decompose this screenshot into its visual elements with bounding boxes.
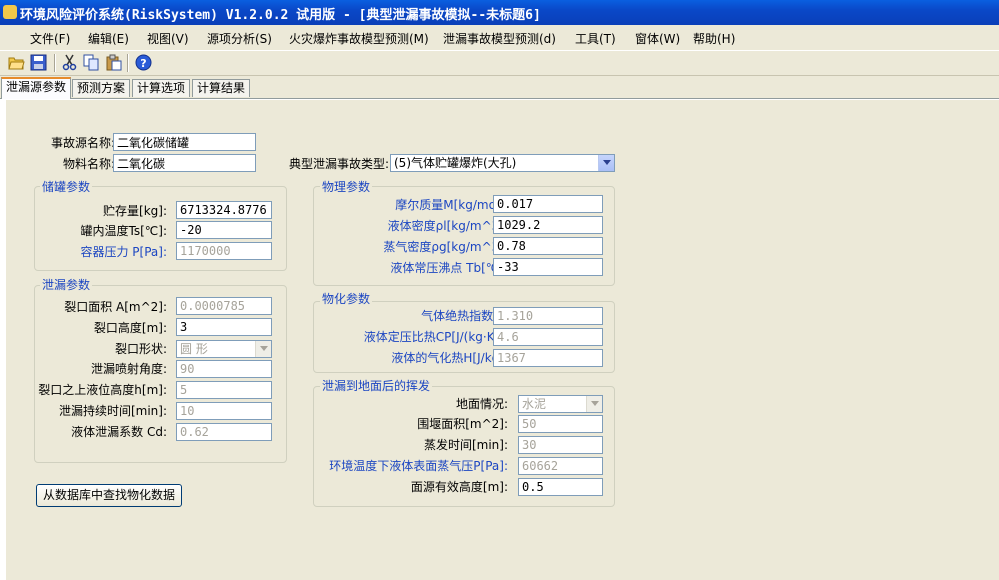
tank-storage-label: 贮存量[kg]:	[103, 204, 167, 218]
menu-help[interactable]: 帮助(H)	[693, 30, 735, 47]
accident-type-label: 典型泄漏事故类型:	[288, 157, 389, 171]
leak-coefficient-input[interactable]	[176, 423, 272, 441]
ground-condition-value: 水泥	[522, 397, 547, 411]
vapor-density-input[interactable]	[493, 237, 603, 255]
svg-text:?: ?	[140, 57, 146, 70]
liquid-density-label: 液体密度ρl[kg/m^3]:	[387, 219, 508, 233]
effective-height-label: 面源有效高度[m]:	[410, 480, 508, 494]
chevron-down-icon[interactable]	[586, 396, 602, 412]
app-icon	[3, 5, 17, 19]
leak-duration-input[interactable]	[176, 402, 272, 420]
crack-height-label: 裂口高度[m]:	[93, 321, 167, 335]
menu-source-analysis[interactable]: 源项分析(S)	[207, 30, 272, 47]
boiling-point-label: 液体常压沸点 Tb[℃]:	[390, 261, 508, 275]
tank-pressure-label: 容器压力 P[Pa]:	[80, 245, 167, 259]
physical-params-title: 物理参数	[320, 178, 373, 196]
chemical-params-title: 物化参数	[320, 290, 373, 308]
tab-strip: 泄漏源参数 预测方案 计算选项 计算结果	[0, 76, 999, 99]
crack-area-label: 裂口面积 A[m^2]:	[64, 300, 167, 314]
menu-fire-explosion[interactable]: 火灾爆炸事故模型预测(M)	[289, 30, 429, 47]
cut-icon[interactable]	[61, 54, 78, 71]
menu-bar: ✈ 文件(F) 编辑(E) 视图(V) 源项分析(S) 火灾爆炸事故模型预测(M…	[0, 25, 999, 67]
source-name-input[interactable]	[113, 133, 256, 151]
ground-condition-select[interactable]: 水泥	[518, 395, 603, 413]
leak-duration-label: 泄漏持续时间[min]:	[58, 404, 167, 418]
menu-window[interactable]: 窗体(W)	[635, 30, 680, 47]
tank-pressure-input[interactable]	[176, 242, 272, 260]
copy-icon[interactable]	[83, 54, 100, 71]
adiabatic-index-input[interactable]	[493, 307, 603, 325]
toolbar: ?	[0, 50, 999, 76]
chevron-down-icon[interactable]	[255, 341, 271, 357]
liquid-density-input[interactable]	[493, 216, 603, 234]
menu-leak-prediction[interactable]: 泄漏事故模型预测(d)	[443, 30, 556, 47]
leak-coefficient-label: 液体泄漏系数 Cd:	[71, 425, 167, 439]
material-name-label: 物料名称:	[62, 157, 115, 171]
title-bar: 环境风险评价系统(RiskSystem) V1.2.0.2 试用版 - [典型泄…	[0, 0, 999, 25]
boiling-point-input[interactable]	[493, 258, 603, 276]
toolbar-separator	[54, 54, 56, 72]
jet-angle-label: 泄漏喷射角度:	[90, 362, 167, 376]
liquid-level-input[interactable]	[176, 381, 272, 399]
crack-area-input[interactable]	[176, 297, 272, 315]
accident-type-select[interactable]: (5)气体贮罐爆炸(大孔)	[390, 154, 615, 172]
vaporization-heat-input[interactable]	[493, 349, 603, 367]
toolbar-separator	[127, 54, 129, 72]
vapor-pressure-input[interactable]	[518, 457, 603, 475]
tank-temp-label: 罐内温度Ts[℃]:	[80, 224, 167, 238]
source-name-label: 事故源名称:	[50, 136, 115, 150]
menu-view[interactable]: 视图(V)	[147, 30, 189, 47]
menu-file[interactable]: 文件(F)	[30, 30, 70, 47]
save-icon[interactable]	[30, 54, 47, 71]
specific-heat-input[interactable]	[493, 328, 603, 346]
ground-condition-label: 地面情况:	[455, 397, 508, 411]
bund-area-input[interactable]	[518, 415, 603, 433]
evaporation-title: 泄漏到地面后的挥发	[320, 377, 433, 395]
leak-params-title: 泄漏参数	[40, 276, 93, 294]
effective-height-input[interactable]	[518, 478, 603, 496]
chevron-down-icon[interactable]	[598, 155, 614, 171]
tab-leak-source-params[interactable]: 泄漏源参数	[1, 77, 72, 99]
tab-calc-options[interactable]: 计算选项	[132, 79, 191, 97]
window-title: 环境风险评价系统(RiskSystem) V1.2.0.2 试用版 - [典型泄…	[20, 8, 541, 23]
menu-edit[interactable]: 编辑(E)	[88, 30, 129, 47]
lookup-database-button[interactable]: 从数据库中查找物化数据	[36, 484, 182, 507]
crack-shape-value: 圆 形	[180, 342, 208, 356]
crack-height-input[interactable]	[176, 318, 272, 336]
vaporization-heat-label: 液体的气化热H[J/kg]:	[391, 351, 508, 365]
tank-storage-input[interactable]	[176, 201, 272, 219]
molar-mass-input[interactable]	[493, 195, 603, 213]
help-icon[interactable]: ?	[135, 54, 152, 71]
evap-time-label: 蒸发时间[min]:	[423, 438, 508, 452]
accident-type-value: (5)气体贮罐爆炸(大孔)	[394, 156, 517, 170]
vapor-pressure-label: 环境温度下液体表面蒸气压P[Pa]:	[329, 459, 508, 473]
crack-shape-label: 裂口形状:	[114, 342, 167, 356]
bund-area-label: 围堰面积[m^2]:	[417, 417, 508, 431]
liquid-level-label: 裂口之上液位高度h[m]:	[38, 383, 167, 397]
vapor-density-label: 蒸气密度ρg[kg/m^3]:	[383, 240, 508, 254]
tank-params-title: 储罐参数	[40, 178, 93, 196]
molar-mass-label: 摩尔质量M[kg/mol]:	[395, 198, 508, 212]
tab-prediction-plan[interactable]: 预测方案	[72, 79, 131, 97]
tab-calc-results[interactable]: 计算结果	[192, 79, 251, 97]
paste-icon[interactable]	[105, 54, 122, 71]
leak-source-panel: 事故源名称: 物料名称: 典型泄漏事故类型: (5)气体贮罐爆炸(大孔) 储罐参…	[6, 100, 999, 580]
evap-time-input[interactable]	[518, 436, 603, 454]
crack-shape-select[interactable]: 圆 形	[176, 340, 272, 358]
specific-heat-label: 液体定压比热CP[J/(kg·K)]:	[363, 330, 508, 344]
jet-angle-input[interactable]	[176, 360, 272, 378]
menu-tools[interactable]: 工具(T)	[575, 30, 616, 47]
material-name-input[interactable]	[113, 154, 256, 172]
open-icon[interactable]	[8, 54, 25, 71]
tank-temp-input[interactable]	[176, 221, 272, 239]
